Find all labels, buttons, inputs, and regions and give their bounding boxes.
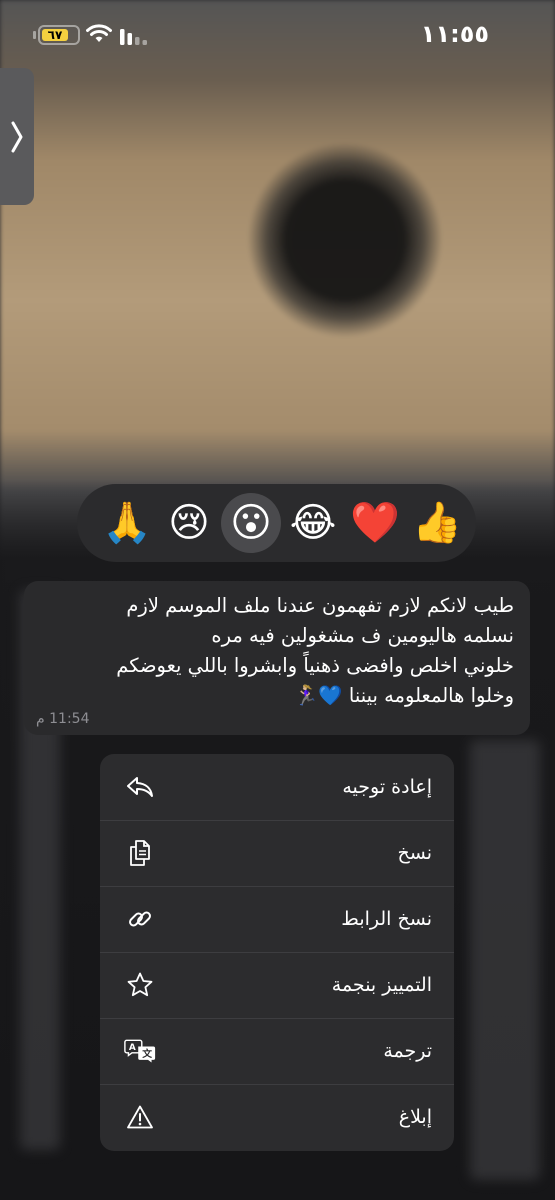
menu-item-translate[interactable]: A 文 ترجمة (100, 1018, 454, 1084)
side-panel-tab[interactable] (0, 68, 34, 205)
reaction-thumbs-up[interactable]: 👍 (407, 493, 467, 553)
svg-text:文: 文 (142, 1047, 152, 1060)
message-timestamp: 11:54 م (36, 711, 90, 727)
menu-item-copy[interactable]: نسخ (100, 820, 454, 886)
copy-icon (124, 837, 156, 869)
message-bubble[interactable]: طيب لانكم لازم تفهمون عندنا ملف الموسم ل… (24, 581, 530, 735)
background-blur-patch (470, 740, 540, 1180)
menu-item-star[interactable]: التمييز بنجمة (100, 952, 454, 1018)
menu-item-forward[interactable]: إعادة توجيه (100, 754, 454, 820)
status-bar: ٦٧ ١١:٥٥ (0, 0, 555, 72)
message-line: طيب لانكم لازم تفهمون عندنا ملف الموسم ل… (126, 594, 514, 617)
reaction-surprised[interactable]: 😮 (221, 493, 281, 553)
warning-icon (124, 1101, 156, 1133)
menu-item-copy-link[interactable]: نسخ الرابط (100, 886, 454, 952)
battery-cap (33, 31, 36, 39)
menu-item-label: نسخ (397, 842, 432, 864)
clock: ١١:٥٥ (420, 20, 489, 48)
reaction-bar: 👍 ❤️ 😂 😮 😢 🙏 (77, 484, 476, 562)
link-icon (124, 903, 156, 935)
forward-icon (124, 771, 156, 803)
reaction-heart[interactable]: ❤️ (345, 493, 405, 553)
menu-item-label: ترجمة (383, 1040, 432, 1062)
message-line: وخلوا هالمعلومه بيننا 💙🏃🏼‍♀️ (294, 684, 514, 707)
wifi-icon (86, 24, 112, 42)
chevron-right-icon (11, 121, 23, 152)
menu-item-label: إعادة توجيه (342, 776, 432, 798)
message-line: خلوني اخلص وافضى ذهنياً وابشروا باللي يع… (116, 654, 514, 677)
translate-icon: A 文 (124, 1035, 156, 1067)
cellular-signal-icon (120, 29, 147, 45)
menu-item-label: التمييز بنجمة (331, 974, 432, 996)
menu-item-label: نسخ الرابط (341, 908, 432, 930)
context-menu: إعادة توجيه نسخ نسخ الرابط التمييز بنجمة (100, 754, 454, 1151)
battery-level: ٦٧ (42, 29, 68, 42)
reaction-praying[interactable]: 🙏 (97, 493, 157, 553)
reaction-crying[interactable]: 😢 (159, 493, 219, 553)
menu-item-report[interactable]: إبلاغ (100, 1084, 454, 1150)
reaction-laughing[interactable]: 😂 (283, 493, 343, 553)
battery-icon: ٦٧ (38, 25, 80, 45)
svg-text:A: A (129, 1043, 136, 1053)
message-line: نسلمه هاليومين ف مشغولين فيه مره (211, 624, 514, 647)
star-icon (124, 969, 156, 1001)
message-text: طيب لانكم لازم تفهمون عندنا ملف الموسم ل… (34, 591, 514, 711)
menu-item-label: إبلاغ (398, 1106, 432, 1128)
